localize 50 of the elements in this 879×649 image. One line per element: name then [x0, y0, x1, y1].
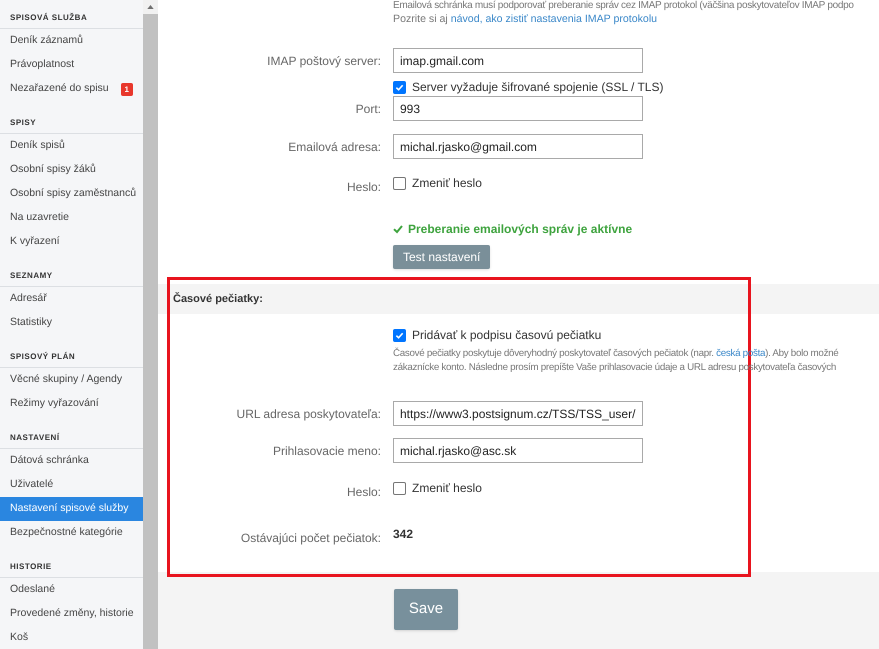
- text-field[interactable]: https://www3.postsignum.cz/TSS/TSS_user/: [393, 401, 643, 426]
- section-title: Časové pečiatky:: [173, 291, 263, 307]
- sidebar-item[interactable]: Odeslané: [0, 578, 143, 602]
- text-field[interactable]: imap.gmail.com: [393, 48, 643, 73]
- checkbox[interactable]: [393, 328, 406, 342]
- sidebar-item[interactable]: Věcné skupiny / Agendy: [0, 368, 143, 392]
- checkbox-label[interactable]: Server vyžaduje šifrované spojenie (SSL / TLS): [412, 78, 664, 96]
- intro-text: Emailová schránka musí podporovať preberanie správ cez IMAP protokol (väčšina poskytovateľov IMAP podpo: [393, 0, 855, 12]
- field-label: Prihlasovacie meno:: [272, 443, 381, 460]
- sidebar-item[interactable]: Provedené změny, historie: [0, 602, 143, 626]
- sidebar-item[interactable]: Nastavení spisové služby: [0, 497, 143, 521]
- sidebar-item[interactable]: Statistiky: [0, 311, 143, 335]
- sidebar-item[interactable]: Uživatelé: [0, 473, 143, 497]
- sidebar-item[interactable]: K vyřazení: [0, 230, 143, 254]
- field-label: Port:: [356, 101, 381, 118]
- field-label: Heslo:: [346, 179, 381, 196]
- count-badge: 1: [120, 82, 133, 96]
- field-label: URL adresa poskytovateľa:: [236, 406, 381, 423]
- sidebar-item[interactable]: Koš: [0, 626, 143, 649]
- sidebar-item[interactable]: Na uzavretie: [0, 206, 143, 230]
- checkbox-label[interactable]: Zmeniť heslo: [412, 479, 482, 497]
- field-label: Emailová adresa:: [288, 139, 381, 156]
- sidebar-item[interactable]: Osobní spisy žáků: [0, 158, 143, 182]
- field-label: Ostávajúci počet pečiatok:: [240, 530, 381, 547]
- sidebar-item[interactable]: Adresář: [0, 287, 143, 311]
- field-label: IMAP poštový server:: [267, 53, 381, 70]
- field-label: Heslo:: [346, 484, 381, 501]
- text-field[interactable]: michal.rjasko@asc.sk: [393, 438, 643, 463]
- stamp-count: 342: [393, 527, 414, 541]
- sidebar-item[interactable]: Deník záznamů: [0, 29, 143, 53]
- checkbox[interactable]: [393, 176, 406, 190]
- sidebar-item[interactable]: Právoplatnost: [0, 53, 143, 77]
- check-icon: [393, 224, 403, 234]
- text-field[interactable]: 993: [393, 96, 643, 121]
- imap-guide-link[interactable]: návod, ako zistiť nastavenia IMAP protokolu: [450, 13, 658, 25]
- sidebar-item[interactable]: Nezařazené do spisu 1: [0, 77, 143, 101]
- sidebar-item[interactable]: Režimy vyřazování: [0, 392, 143, 416]
- sidebar-item[interactable]: Bezpečnostné kategórie: [0, 521, 143, 545]
- hint-text: Pozrite si aj návod, ako zistiť nastavenia IMAP protokolu: [393, 13, 658, 25]
- checkbox-label[interactable]: Pridávať k podpisu časovú pečiatku: [412, 326, 602, 344]
- checkbox-label[interactable]: Zmeniť heslo: [412, 174, 482, 192]
- scrollbar[interactable]: [143, 0, 158, 649]
- checkbox[interactable]: [393, 80, 406, 94]
- sidebar-item[interactable]: Osobní spisy zaměstnanců: [0, 182, 143, 206]
- text-field[interactable]: michal.rjasko@gmail.com: [393, 134, 643, 159]
- checkbox[interactable]: [393, 482, 406, 494]
- sidebar-item[interactable]: Dátová schránka: [0, 449, 143, 473]
- status-text: Preberanie emailových správ je aktívne: [408, 221, 632, 238]
- caret-up-icon[interactable]: [147, 5, 154, 9]
- sidebar-item[interactable]: Deník spisů: [0, 134, 143, 158]
